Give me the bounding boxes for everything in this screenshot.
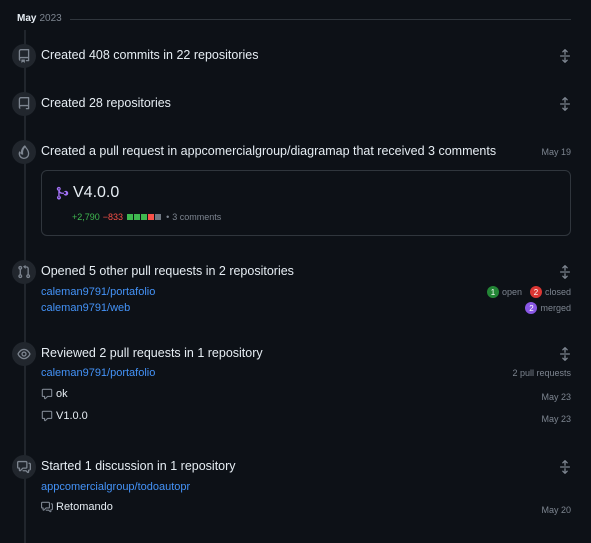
pull-request-count: 2 pull requests [512,368,571,378]
fold-toggle-icon[interactable] [558,49,572,63]
diffstat-bar [127,214,162,220]
discussion-item[interactable]: Retomando [41,501,113,513]
month-divider [70,19,571,20]
repo-push-icon [12,44,36,68]
reviewed-event-title: Reviewed 2 pull requests in 1 repository [41,346,263,360]
additions-count: +2,790 [72,212,100,222]
pr-stats: +2,790 −833 • 3 comments [72,212,221,222]
review-item-date: May 23 [541,392,571,402]
merged-label: merged [540,303,571,313]
git-merge-icon [56,186,69,200]
git-pull-request-icon [12,260,36,284]
fold-toggle-icon[interactable] [558,460,572,474]
eye-icon [12,342,36,366]
review-item-label: ok [56,388,68,400]
discussion-icon [41,501,53,513]
discussion-item-label: Retomando [56,501,113,513]
pull-request-card[interactable]: V4.0.0 +2,790 −833 • 3 comments [41,170,571,236]
review-item-label: V1.0.0 [56,410,88,422]
month-year: 2023 [39,13,62,24]
merged-count-badge: 2 [525,302,538,314]
deletions-count: −833 [102,212,124,222]
fold-toggle-icon[interactable] [558,97,572,111]
comment-icon [41,388,53,400]
discussion-event-title: Started 1 discussion in 1 repository [41,459,236,473]
review-item-date: May 23 [541,414,571,424]
closed-label: closed [544,287,571,297]
discussion-item-date: May 20 [541,505,571,515]
review-item[interactable]: V1.0.0 [41,410,88,422]
comment-icon [41,410,53,422]
flame-icon [12,140,36,164]
repo-link[interactable]: caleman9791/portafolio [41,286,155,298]
repos-event-title: Created 28 repositories [41,96,171,110]
repo-link[interactable]: caleman9791/portafolio [41,367,155,379]
commits-event-title: Created 408 commits in 22 repositories [41,48,259,62]
review-item[interactable]: ok [41,388,68,400]
opened-prs-event-title: Opened 5 other pull requests in 2 reposi… [41,264,294,278]
open-label: open [501,287,522,297]
open-count-badge: 1 [486,286,499,298]
repo-link[interactable]: appcomercialgroup/todoautopr [41,481,190,493]
fold-toggle-icon[interactable] [558,265,572,279]
pr-status-summary: 1 open 2 closed [486,286,571,298]
fold-toggle-icon[interactable] [558,347,572,361]
separator-dot: • [166,212,170,222]
month-label: May [17,13,37,24]
comments-count: 3 comments [172,212,222,222]
comment-discussion-icon [12,455,36,479]
month-heading: May 2023 [17,13,62,24]
pr-event-title[interactable]: Created a pull request in appcomercialgr… [41,144,496,158]
closed-count-badge: 2 [529,286,542,298]
repo-icon [12,92,36,116]
pr-status-summary: 2 merged [525,302,571,314]
pr-event-date: May 19 [541,147,571,157]
repo-link[interactable]: caleman9791/web [41,302,130,314]
pr-title[interactable]: V4.0.0 [73,184,119,202]
